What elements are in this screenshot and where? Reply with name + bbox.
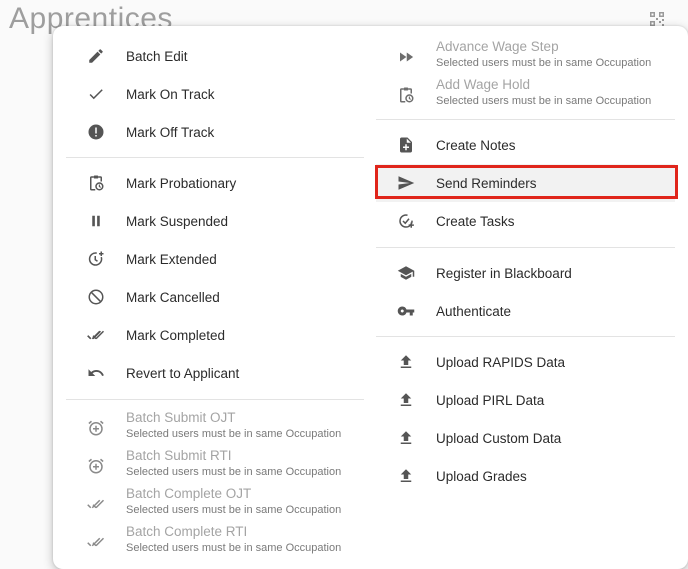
graduation-cap-icon [396,263,416,283]
alert-circle-icon [86,122,106,142]
undo-icon [86,363,106,383]
menu-item-batch-submit-ojt: Batch Submit OJT Selected users must be … [66,408,364,446]
menu-item-note: Selected users must be in same Occupatio… [436,57,652,69]
menu-item-label: Batch Submit RTI [126,448,232,463]
menu-item-label: Batch Submit OJT [126,410,236,425]
menu-item-mark-completed[interactable]: Mark Completed [66,316,364,354]
menu-item-note: Selected users must be in same Occupatio… [436,95,652,107]
menu-item-label: Upload PIRL Data [436,392,545,408]
menu-item-label: Mark On Track [126,86,215,102]
menu-item-label: Create Tasks [436,213,515,229]
menu-item-label: Mark Off Track [126,124,215,140]
menu-item-note: Selected users must be in same Occupatio… [126,428,342,440]
clipboard-clock-icon [396,85,416,105]
menu-item-note: Selected users must be in same Occupatio… [126,542,342,554]
menu-item-label: Advance Wage Step [436,39,559,54]
menu-item-upload-rapids-data[interactable]: Upload RAPIDS Data [376,343,675,381]
menu-divider [66,157,364,158]
pause-icon [86,211,106,231]
menu-item-batch-complete-rti: Batch Complete RTI Selected users must b… [66,522,364,560]
task-add-icon [396,211,416,231]
menu-item-mark-off-track[interactable]: Mark Off Track [66,113,364,151]
clipboard-clock-icon [86,173,106,193]
menu-item-create-notes[interactable]: Create Notes [376,126,675,164]
menu-item-mark-on-track[interactable]: Mark On Track [66,75,364,113]
menu-item-authenticate[interactable]: Authenticate [376,292,675,330]
menu-item-label: Mark Probationary [126,175,237,191]
menu-item-label: Upload Custom Data [436,430,562,446]
menu-item-label: Register in Blackboard [436,265,572,281]
menu-divider [376,336,675,337]
menu-item-advance-wage-step: Advance Wage Step Selected users must be… [376,37,675,75]
double-check-icon [86,532,106,552]
menu-item-label: Upload RAPIDS Data [436,354,566,370]
upload-icon [396,428,416,448]
menu-item-label: Mark Suspended [126,213,229,229]
menu-item-label: Mark Extended [126,251,217,267]
qr-code-icon[interactable] [650,12,664,26]
menu-item-label: Batch Edit [126,48,188,64]
block-icon [86,287,106,307]
menu-item-label: Upload Grades [436,468,527,484]
menu-item-note: Selected users must be in same Occupatio… [126,504,342,516]
menu-item-upload-grades[interactable]: Upload Grades [376,457,675,495]
menu-item-mark-extended[interactable]: Mark Extended [66,240,364,278]
note-add-icon [396,135,416,155]
menu-item-upload-custom-data[interactable]: Upload Custom Data [376,419,675,457]
double-check-icon [86,494,106,514]
menu-item-mark-suspended[interactable]: Mark Suspended [66,202,364,240]
menu-item-label: Mark Cancelled [126,289,220,305]
alarm-plus-icon [86,418,106,438]
menu-item-register-in-blackboard[interactable]: Register in Blackboard [376,254,675,292]
menu-item-batch-complete-ojt: Batch Complete OJT Selected users must b… [66,484,364,522]
menu-item-batch-submit-rti: Batch Submit RTI Selected users must be … [66,446,364,484]
clock-plus-icon [86,249,106,269]
menu-item-label: Create Notes [436,137,516,153]
highlight-box [375,165,678,199]
menu-item-label: Batch Complete OJT [126,486,252,501]
menu-item-note: Selected users must be in same Occupatio… [126,466,342,478]
batch-actions-menu: Batch Edit Mark On Track Mark Off Track … [53,26,688,569]
menu-item-label: Add Wage Hold [436,77,531,92]
menu-item-label: Mark Completed [126,327,226,343]
upload-icon [396,466,416,486]
menu-item-mark-cancelled[interactable]: Mark Cancelled [66,278,364,316]
double-check-icon [86,325,106,345]
menu-item-create-tasks[interactable]: Create Tasks [376,202,675,240]
key-icon [396,301,416,321]
menu-item-mark-probationary[interactable]: Mark Probationary [66,164,364,202]
menu-item-upload-pirl-data[interactable]: Upload PIRL Data [376,381,675,419]
menu-item-batch-edit[interactable]: Batch Edit [66,37,364,75]
menu-item-add-wage-hold: Add Wage Hold Selected users must be in … [376,75,675,113]
menu-item-label: Batch Complete RTI [126,524,248,539]
pencil-icon [86,46,106,66]
fast-forward-icon [396,47,416,67]
menu-divider [66,399,364,400]
menu-item-label: Revert to Applicant [126,365,240,381]
menu-item-label: Authenticate [436,303,512,319]
upload-icon [396,352,416,372]
menu-item-revert-to-applicant[interactable]: Revert to Applicant [66,354,364,392]
menu-divider [376,119,675,120]
menu-divider [376,247,675,248]
checkmark-icon [86,84,106,104]
upload-icon [396,390,416,410]
alarm-plus-icon [86,456,106,476]
